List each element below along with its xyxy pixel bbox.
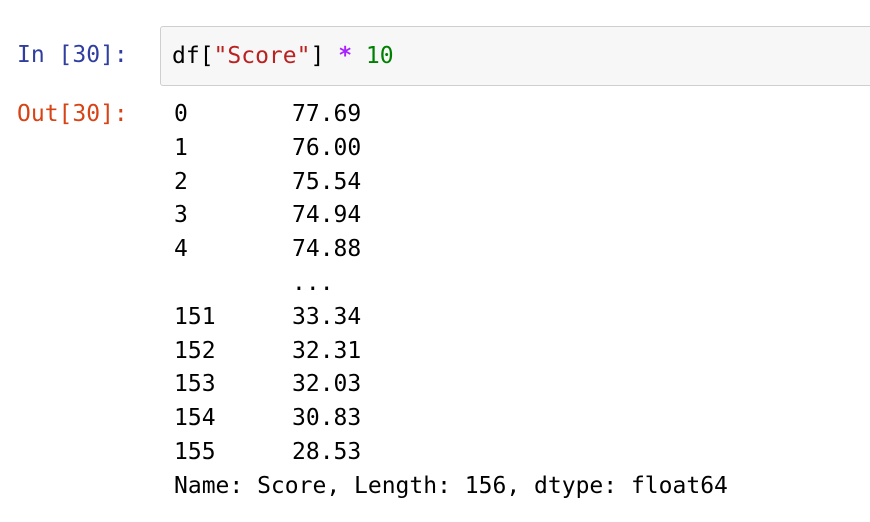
series-value: 77.69 (292, 101, 362, 127)
series-ellipsis: ... (292, 269, 334, 296)
series-value: 74.88 (292, 236, 362, 263)
series-value: 75.54 (292, 168, 362, 195)
series-index: 1 (174, 134, 188, 161)
code-input-editor[interactable]: df["Score"] * 10 (160, 26, 870, 86)
code-token-name: df[ (172, 43, 214, 69)
series-index: 3 (174, 202, 188, 229)
code-token-number: 10 (365, 43, 394, 69)
input-prompt: In [30]: (17, 42, 128, 68)
series-value: 76.00 (292, 134, 362, 161)
series-value: 32.03 (292, 371, 362, 398)
code-token-operator: * (338, 43, 353, 69)
series-index: 2 (174, 168, 188, 195)
series-index: 155 (174, 438, 216, 465)
series-value: 30.83 (292, 405, 362, 432)
series-summary: Name: Score, Length: 156, dtype: float64 (174, 472, 728, 499)
output-prompt: Out[30]: (17, 101, 128, 127)
series-value: 32.31 (292, 337, 362, 364)
series-value: 74.94 (292, 202, 362, 229)
series-index: 0 (174, 101, 188, 127)
series-index: 154 (174, 405, 216, 432)
code-line[interactable]: df["Score"] * 10 (172, 40, 394, 72)
series-index: 4 (174, 236, 188, 263)
code-token-string: "Score" (213, 43, 311, 69)
series-index: 151 (174, 303, 216, 330)
code-token-bracket: ] (310, 43, 339, 69)
series-value: 28.53 (292, 438, 362, 465)
series-index: 152 (174, 337, 216, 364)
series-index: 153 (174, 371, 216, 398)
series-value: 33.34 (292, 303, 362, 330)
notebook-cell: In [30]: df["Score"] * 10 Out[30]: 0 77.6… (0, 0, 870, 522)
